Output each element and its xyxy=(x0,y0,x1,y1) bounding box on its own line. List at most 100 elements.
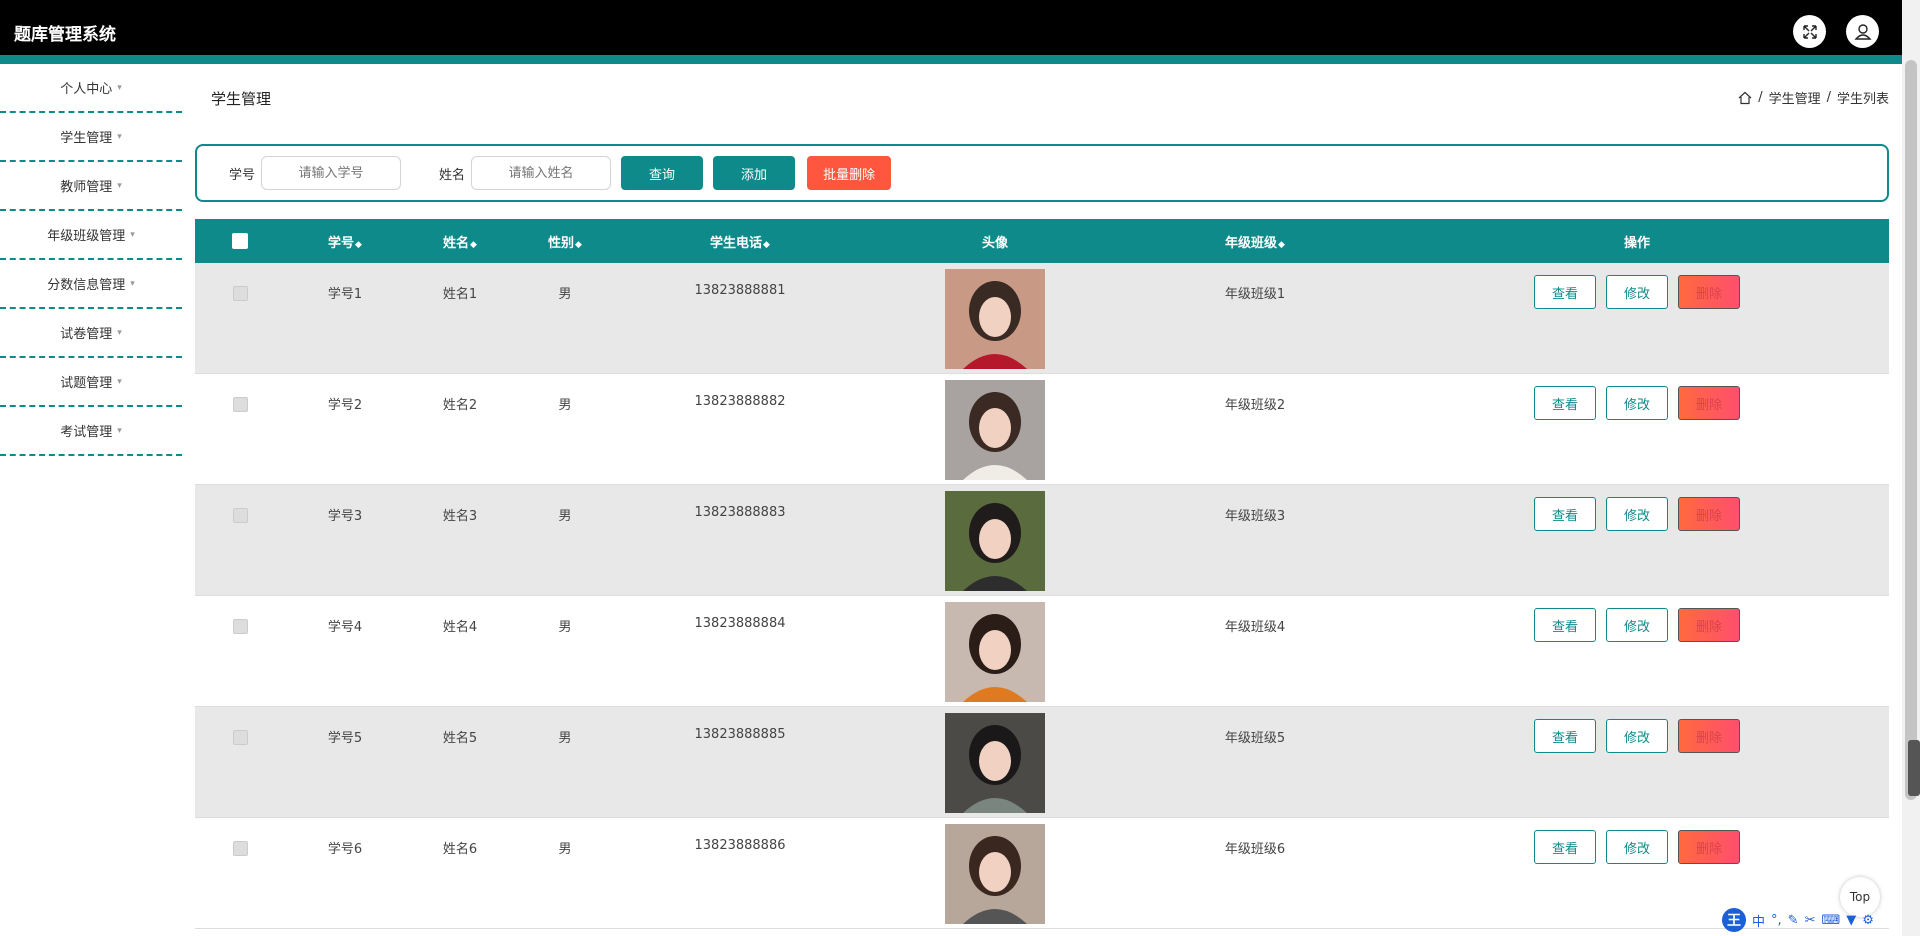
query-button[interactable]: 查询 xyxy=(621,156,704,190)
cell-actions: 查看 修改 删除 xyxy=(1385,596,1889,642)
view-button[interactable]: 查看 xyxy=(1534,386,1596,420)
sort-icon: ◆ xyxy=(575,239,582,250)
delete-button[interactable]: 删除 xyxy=(1678,497,1740,531)
table-header: 学号◆ 姓名◆ 性别◆ 学生电话◆ 头像 年级班级◆ 操作 xyxy=(195,219,1889,263)
edit-button[interactable]: 修改 xyxy=(1606,608,1668,642)
cell-name: 姓名1 xyxy=(442,287,478,302)
view-button[interactable]: 查看 xyxy=(1534,275,1596,309)
row-checkbox-cell xyxy=(195,374,285,416)
fullscreen-button[interactable] xyxy=(1793,15,1826,48)
add-button[interactable]: 添加 xyxy=(713,156,796,190)
table-row: 学号5 姓名5 男 13823888885 年级班级5 查看 修改 删除 xyxy=(195,707,1889,818)
row-checkbox[interactable] xyxy=(232,619,248,634)
sidebar-item-questions[interactable]: 试题管理 ▾ xyxy=(0,358,182,407)
row-checkbox[interactable] xyxy=(232,730,248,745)
delete-button[interactable]: 删除 xyxy=(1678,830,1740,864)
cell-phone: 13823888883 xyxy=(694,505,786,520)
app-title: 题库管理系统 xyxy=(14,25,116,45)
sidebar-item-papers[interactable]: 试卷管理 ▾ xyxy=(0,309,182,358)
shirt-icon[interactable]: ▼ xyxy=(1846,913,1856,928)
cell-sex: 男 xyxy=(558,731,572,746)
cell-actions: 查看 修改 删除 xyxy=(1385,818,1889,864)
cell-phone: 13823888881 xyxy=(694,283,786,298)
table-row: 学号6 姓名6 男 13823888886 年级班级6 查看 修改 删除 xyxy=(195,818,1889,929)
column-header-id[interactable]: 学号◆ xyxy=(285,232,405,251)
keyboard-icon[interactable]: ⌨ xyxy=(1821,913,1840,928)
sort-icon: ◆ xyxy=(1278,239,1285,250)
cell-avatar xyxy=(865,818,1125,928)
user-icon xyxy=(1853,23,1872,40)
cell-avatar xyxy=(865,596,1125,706)
avatar xyxy=(945,491,1045,591)
sidebar-item-exams[interactable]: 考试管理 ▾ xyxy=(0,407,182,456)
cell-sex: 男 xyxy=(558,287,572,302)
sidebar-item-scores[interactable]: 分数信息管理 ▾ xyxy=(0,260,182,309)
view-button[interactable]: 查看 xyxy=(1534,719,1596,753)
sidebar-item-classes[interactable]: 年级班级管理 ▾ xyxy=(0,211,182,260)
delete-button[interactable]: 删除 xyxy=(1678,719,1740,753)
avatar xyxy=(945,713,1045,813)
sidebar-item-students[interactable]: 学生管理 ▾ xyxy=(0,113,182,162)
student-id-input[interactable] xyxy=(261,156,402,190)
name-input[interactable] xyxy=(471,156,612,190)
edit-button[interactable]: 修改 xyxy=(1606,719,1668,753)
row-checkbox[interactable] xyxy=(232,841,248,856)
scrollbar-thumb[interactable] xyxy=(1905,60,1917,800)
home-icon[interactable] xyxy=(1738,91,1752,105)
cell-sex: 男 xyxy=(558,620,572,635)
edit-button[interactable]: 修改 xyxy=(1606,497,1668,531)
gear-icon[interactable]: ⚙ xyxy=(1862,913,1874,928)
view-button[interactable]: 查看 xyxy=(1534,608,1596,642)
cell-id: 学号6 xyxy=(327,842,363,857)
row-checkbox[interactable] xyxy=(232,286,248,301)
row-checkbox[interactable] xyxy=(232,397,248,412)
row-checkbox-cell xyxy=(195,485,285,527)
cell-id: 学号3 xyxy=(327,509,363,524)
student-id-label: 学号 xyxy=(229,167,256,183)
column-header-name[interactable]: 姓名◆ xyxy=(405,232,515,251)
user-button[interactable] xyxy=(1846,15,1879,48)
sidebar-item-label: 试卷管理 xyxy=(60,327,113,342)
search-bar: 学号 姓名 查询 添加 批量删除 xyxy=(195,144,1889,202)
cell-name: 姓名2 xyxy=(442,398,478,413)
batch-delete-button[interactable]: 批量删除 xyxy=(807,156,892,190)
edit-button[interactable]: 修改 xyxy=(1606,275,1668,309)
column-header-sex[interactable]: 性别◆ xyxy=(515,232,615,251)
edit-button[interactable]: 修改 xyxy=(1606,386,1668,420)
sidebar-item-label: 年级班级管理 xyxy=(47,229,126,244)
view-button[interactable]: 查看 xyxy=(1534,830,1596,864)
cell-phone: 13823888884 xyxy=(694,616,786,631)
avatar xyxy=(945,269,1045,369)
ime-mode[interactable]: 中 xyxy=(1752,911,1765,930)
breadcrumb-item[interactable]: 学生管理 xyxy=(1769,88,1821,107)
sidebar-item-teachers[interactable]: 教师管理 ▾ xyxy=(0,162,182,211)
ime-badge[interactable]: 王 xyxy=(1722,908,1746,932)
caret-down-icon: ▾ xyxy=(117,82,122,93)
row-checkbox[interactable] xyxy=(232,508,248,523)
student-table: 学号◆ 姓名◆ 性别◆ 学生电话◆ 头像 年级班级◆ 操作 学号1 姓名1 男 … xyxy=(195,219,1889,929)
caret-down-icon: ▾ xyxy=(117,376,122,387)
column-header-phone[interactable]: 学生电话◆ xyxy=(615,232,865,251)
pen-icon[interactable]: ✎ xyxy=(1788,913,1799,928)
side-handle[interactable] xyxy=(1908,740,1920,796)
delete-button[interactable]: 删除 xyxy=(1678,275,1740,309)
sidebar-item-personal-center[interactable]: 个人中心 ▾ xyxy=(0,64,182,113)
punctuation-icon[interactable]: °, xyxy=(1771,913,1782,928)
avatar xyxy=(945,380,1045,480)
cell-actions: 查看 修改 删除 xyxy=(1385,707,1889,753)
scissors-icon[interactable]: ✂ xyxy=(1805,913,1816,928)
cell-sex: 男 xyxy=(558,842,572,857)
breadcrumb: / 学生管理 / 学生列表 xyxy=(1738,88,1889,107)
sidebar: 个人中心 ▾ 学生管理 ▾ 教师管理 ▾ 年级班级管理 ▾ 分数信息管理 ▾ 试卷管理 ▾ … xyxy=(0,64,182,456)
accent-strip xyxy=(0,55,1902,64)
ime-toolbar[interactable]: 王 中 °, ✎ ✂ ⌨ ▼ ⚙ xyxy=(1722,908,1874,932)
column-header-class[interactable]: 年级班级◆ xyxy=(1125,232,1385,251)
cell-phone: 13823888886 xyxy=(694,838,786,853)
caret-down-icon: ▾ xyxy=(117,131,122,142)
edit-button[interactable]: 修改 xyxy=(1606,830,1668,864)
view-button[interactable]: 查看 xyxy=(1534,497,1596,531)
delete-button[interactable]: 删除 xyxy=(1678,608,1740,642)
select-all-checkbox[interactable] xyxy=(232,233,248,249)
cell-avatar xyxy=(865,707,1125,817)
delete-button[interactable]: 删除 xyxy=(1678,386,1740,420)
